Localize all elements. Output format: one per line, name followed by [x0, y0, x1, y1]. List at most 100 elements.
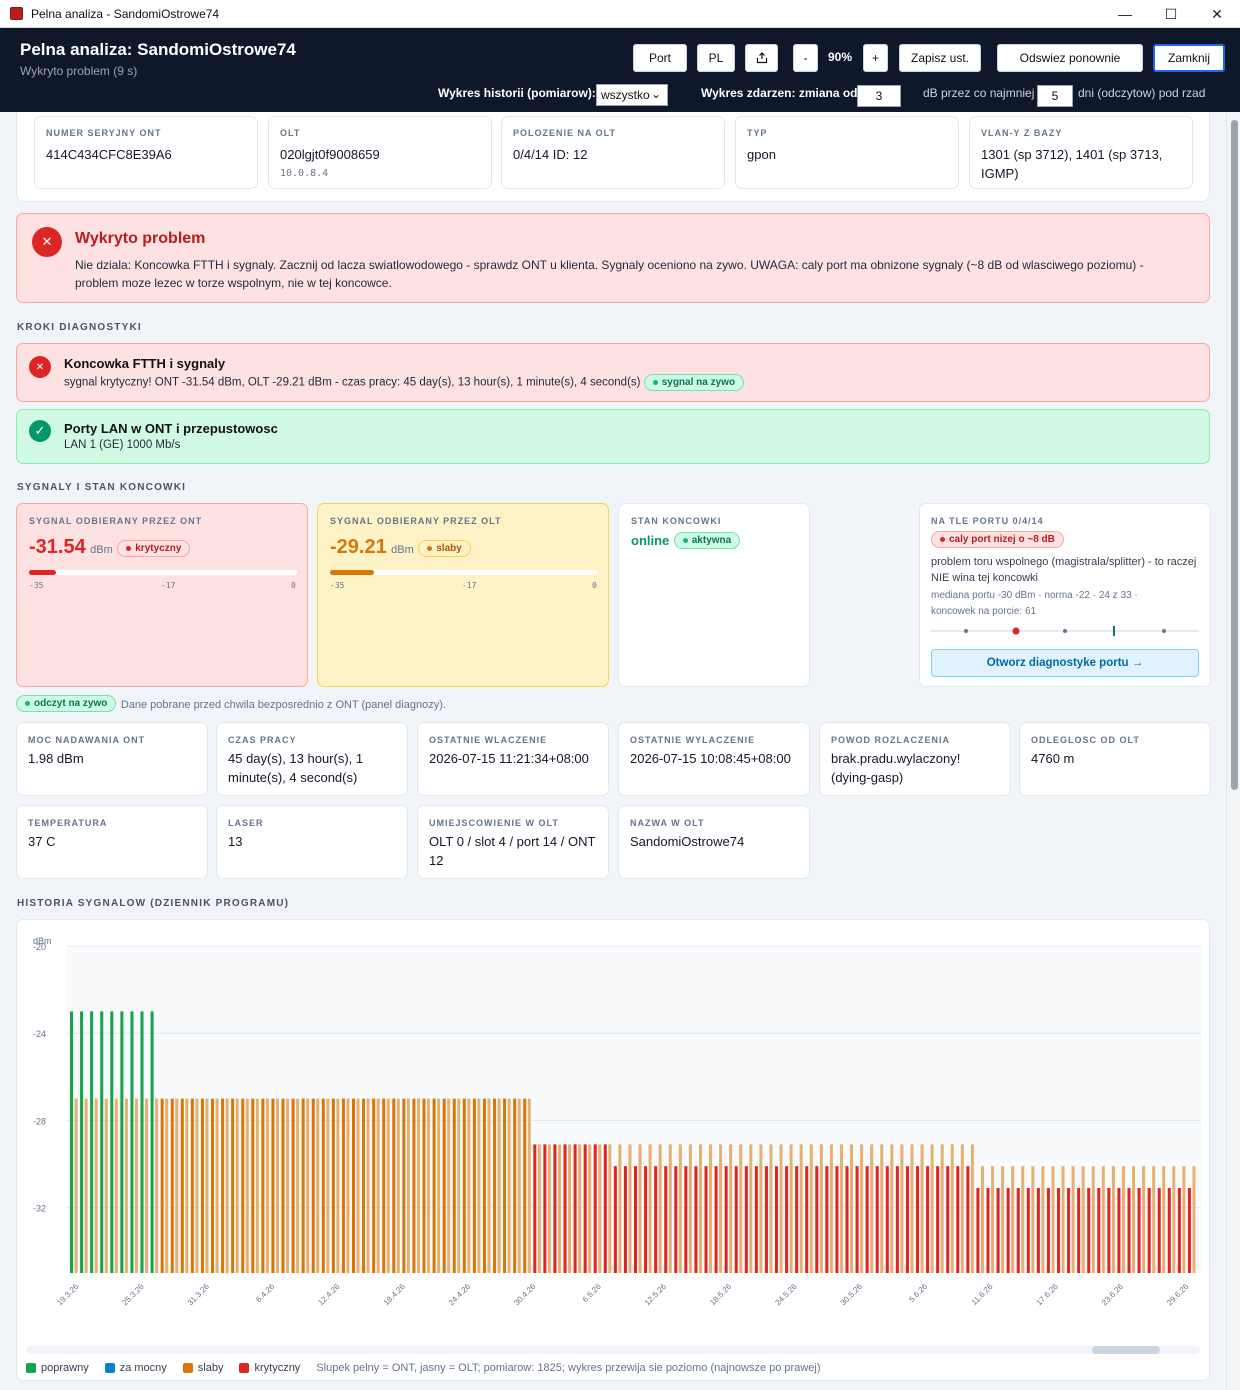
step-ftth[interactable]: ✕ Koncowka FTTH i sygnaly sygnal krytycz…: [16, 343, 1210, 402]
x-tick-label: 23.6.26: [1100, 1282, 1126, 1308]
close-button[interactable]: Zamknij: [1153, 44, 1225, 72]
step-lan[interactable]: ✓ Porty LAN w ONT i przepustowosc LAN 1 …: [16, 409, 1210, 464]
tick-min: -35: [330, 581, 345, 590]
olt-bar: [386, 1098, 390, 1273]
olt-bar: [1111, 1166, 1115, 1273]
close-window-icon[interactable]: ✕: [1194, 0, 1240, 28]
language-button[interactable]: PL: [697, 44, 735, 72]
ont-bar: [795, 1166, 799, 1273]
tick-max: 0: [291, 581, 296, 590]
olt-bar: [346, 1098, 350, 1273]
detail-card: LASER 13: [216, 805, 408, 879]
olt-bar: [1101, 1166, 1105, 1273]
chevron-down-icon: ⌄: [650, 87, 661, 101]
ont-bar: [422, 1098, 426, 1273]
olt-bar: [235, 1098, 239, 1273]
port-context-text: problem toru wspolnego (magistrala/split…: [931, 556, 1197, 584]
tick-max: 0: [592, 581, 597, 590]
minimize-icon[interactable]: —: [1102, 0, 1148, 28]
ont-bar: [956, 1166, 960, 1273]
olt-bar: [749, 1144, 753, 1273]
export-button[interactable]: [745, 44, 778, 72]
x-tick-label: 25.3.26: [120, 1282, 146, 1308]
x-tick-label: 5.6.26: [907, 1282, 929, 1304]
page-scrollbar[interactable]: [1226, 112, 1240, 1390]
state-card: STAN KONCOWKI online aktywna: [618, 503, 810, 687]
zoom-in-button[interactable]: +: [863, 44, 888, 72]
chart-scrollbar-thumb[interactable]: [1092, 1346, 1160, 1354]
events-days-input[interactable]: 5: [1037, 85, 1073, 107]
page-subtitle: Wykryto problem (9 s): [20, 64, 138, 78]
olt-bar: [940, 1144, 944, 1273]
chart-scrollbar[interactable]: [26, 1346, 1200, 1354]
detail-value: 13: [228, 834, 243, 849]
olt-bar: [205, 1098, 209, 1273]
legend-ok: poprawny: [26, 1362, 89, 1374]
live-read-badge: odczyt na zywo: [16, 695, 117, 713]
events-change-input[interactable]: 3: [857, 85, 901, 107]
main-content: NUMER SERYJNY ONT 414C434CFC8E39A6 OLT 02…: [0, 112, 1226, 1390]
ont-bar: [150, 1011, 154, 1273]
detail-value: 2026-07-15 10:08:45+08:00: [630, 751, 791, 766]
ont-bar: [402, 1098, 406, 1273]
olt-bar: [376, 1098, 380, 1273]
ont-bar: [644, 1166, 648, 1273]
maximize-icon[interactable]: ☐: [1148, 0, 1194, 28]
olt-bar: [991, 1166, 995, 1273]
ont-bar: [583, 1144, 587, 1273]
port-button[interactable]: Port: [633, 44, 687, 72]
weak-badge: slaby: [418, 540, 471, 558]
x-tick-label: 24.5.26: [773, 1282, 799, 1308]
page-scrollbar-thumb[interactable]: [1231, 120, 1238, 790]
ont-bar: [936, 1166, 940, 1273]
ont-bar: [321, 1098, 325, 1273]
zoom-out-button[interactable]: -: [793, 44, 818, 72]
ont-bar: [331, 1098, 335, 1273]
detail-card: CZAS PRACY 45 day(s), 13 hour(s), 1 minu…: [216, 722, 408, 796]
window-titlebar: Pelna analiza - SandomiOstrowe74 — ☐ ✕: [0, 0, 1240, 28]
olt-bar: [1121, 1166, 1125, 1273]
olt-bar: [618, 1144, 622, 1273]
olt-bar: [134, 1098, 138, 1273]
refresh-button[interactable]: Odswiez ponownie: [997, 44, 1143, 72]
ont-bar: [251, 1098, 255, 1273]
olt-bar: [265, 1098, 269, 1273]
problem-banner: ✕ Wykryto problem Nie dziala: Koncowka F…: [16, 213, 1210, 303]
history-select[interactable]: wszystko ⌄: [596, 84, 668, 106]
live-note: odczyt na zywo Dane pobrane przed chwila…: [16, 695, 446, 713]
ont-bar: [1036, 1187, 1040, 1273]
ont-signal-row: -31.54 dBm krytyczny: [29, 536, 191, 559]
open-port-diagnostics-button[interactable]: Otworz diagnostyke portu →: [931, 649, 1199, 677]
ont-bar: [885, 1166, 889, 1273]
ont-bar: [120, 1011, 124, 1273]
ont-bar: [1177, 1187, 1181, 1273]
detail-value: 45 day(s), 13 hour(s), 1 minute(s), 4 se…: [228, 751, 364, 785]
detail-card: OSTATNIE WLACZENIE 2026-07-15 11:21:34+0…: [417, 722, 609, 796]
x-tick-label: 6.4.26: [254, 1282, 276, 1304]
detail-label: OSTATNIE WYLACZENIE: [630, 735, 756, 745]
ont-bar: [533, 1144, 537, 1273]
detail-value: 1.98 dBm: [28, 751, 84, 766]
olt-bar: [416, 1098, 420, 1273]
ont-bar: [100, 1011, 104, 1273]
history-chart-card: dBm -20 -24 -28 -32 19.3.26 25.3.26 31.3.26 6.4.…: [16, 919, 1210, 1381]
olt-bar: [729, 1144, 733, 1273]
ont-bar: [613, 1166, 617, 1273]
x-tick-label: 30.4.26: [512, 1282, 538, 1308]
olt-bar: [306, 1098, 310, 1273]
olt-bar: [1162, 1166, 1166, 1273]
detail-card: UMIEJSCOWIENIE W OLT OLT 0 / slot 4 / po…: [417, 805, 609, 879]
olt-bar: [336, 1098, 340, 1273]
detail-value: 4760 m: [1031, 751, 1075, 766]
app-header: Pelna analiza: SandomiOstrowe74 Wykryto …: [0, 28, 1240, 112]
olt-bar: [557, 1144, 561, 1273]
ont-bar: [472, 1098, 476, 1273]
olt-bar: [165, 1098, 169, 1273]
save-settings-button[interactable]: Zapisz ust.: [899, 44, 981, 72]
ont-bar: [805, 1166, 809, 1273]
port-distribution-strip: [931, 626, 1199, 636]
ont-bar: [1107, 1187, 1111, 1273]
olt-bar: [527, 1098, 531, 1273]
olt-bar: [537, 1144, 541, 1273]
olt-bar: [1031, 1166, 1035, 1273]
